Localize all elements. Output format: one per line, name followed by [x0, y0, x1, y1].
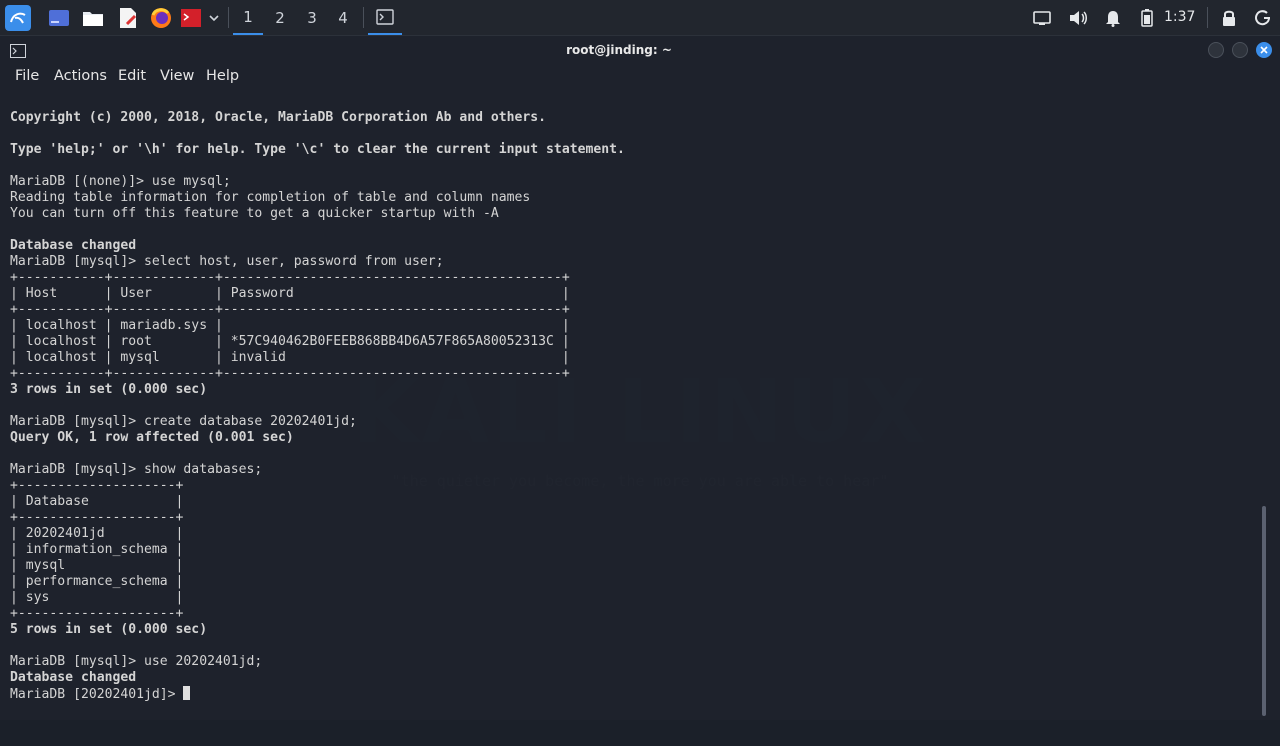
terminal-line: +--------------------+ [10, 606, 184, 621]
close-button[interactable] [1256, 42, 1272, 58]
terminal-line: MariaDB [mysql]> select host, user, pass… [10, 254, 444, 269]
terminal-line: MariaDB [(none)]> use mysql; [10, 174, 231, 189]
menu-actions[interactable]: Actions [54, 68, 107, 84]
terminal-red-icon[interactable] [177, 0, 205, 35]
workspace-1[interactable]: 1 [233, 0, 263, 35]
terminal-line: +-----------+-------------+-------------… [10, 302, 570, 317]
terminal-line: | Database | [10, 494, 184, 509]
terminal-line: MariaDB [mysql]> create database 2020240… [10, 414, 357, 429]
maximize-button[interactable] [1232, 42, 1248, 58]
menu-edit[interactable]: Edit [118, 68, 146, 84]
terminal-line: | mysql | [10, 558, 184, 573]
terminal-window: root@jinding: ~ File Actions Edit View H… [0, 36, 1280, 720]
terminal-line: | information_schema | [10, 542, 184, 557]
terminal-line: | localhost | mariadb.sys | | [10, 318, 570, 333]
scrollbar[interactable] [1262, 506, 1266, 716]
terminal-line: +--------------------+ [10, 478, 184, 493]
terminal-prompt-line[interactable]: MariaDB [20202401jd]> [10, 686, 1250, 702]
terminal-line: Database changed [10, 238, 137, 253]
menu-bar: File Actions Edit View Help [0, 64, 1280, 92]
firefox-icon[interactable] [147, 0, 175, 35]
workspace-3[interactable]: 3 [297, 0, 327, 35]
terminal-line: Copyright (c) 2000, 2018, Oracle, MariaD… [10, 110, 547, 125]
terminal-line: | performance_schema | [10, 574, 184, 589]
menu-view[interactable]: View [160, 68, 194, 84]
display-icon[interactable] [1030, 0, 1054, 35]
clock[interactable]: 1:37 [1164, 0, 1195, 35]
terminal-line: Reading table information for completion… [10, 190, 531, 205]
text-editor-icon[interactable] [114, 0, 142, 35]
power-icon[interactable] [1251, 0, 1275, 35]
close-icon [1260, 46, 1268, 54]
terminal-line: | localhost | root | *57C940462B0FEEB868… [10, 334, 570, 349]
terminal-line: Type 'help;' or '\h' for help. Type '\c'… [10, 142, 625, 157]
terminal-line: | 20202401jd | [10, 526, 184, 541]
terminal-line: | Host | User | Password | [10, 286, 570, 301]
window-title: root@jinding: ~ [566, 43, 672, 57]
menu-help[interactable]: Help [206, 68, 239, 84]
battery-icon [1136, 0, 1158, 35]
terminal-line: 3 rows in set (0.000 sec) [10, 382, 208, 397]
minimize-button[interactable] [1208, 42, 1224, 58]
terminal-task-icon[interactable] [368, 0, 402, 35]
panel-separator [228, 7, 229, 28]
title-bar[interactable]: root@jinding: ~ [0, 36, 1280, 64]
terminal-prompt: MariaDB [20202401jd]> [10, 687, 184, 702]
dropdown-icon[interactable] [205, 0, 223, 35]
kali-menu-icon[interactable] [3, 0, 33, 35]
workspace-4[interactable]: 4 [328, 0, 358, 35]
terminal-line: | sys | [10, 590, 184, 605]
terminal-line: You can turn off this feature to get a q… [10, 206, 499, 221]
desktop-icon[interactable] [45, 0, 73, 35]
panel-separator [363, 7, 364, 28]
terminal-line: MariaDB [mysql]> show databases; [10, 462, 263, 477]
text-cursor [183, 686, 191, 700]
top-panel: 1 2 3 4 1:37 [0, 0, 1280, 36]
volume-icon[interactable] [1066, 0, 1090, 35]
terminal-line: Query OK, 1 row affected (0.001 sec) [10, 430, 294, 445]
lock-icon[interactable] [1217, 0, 1241, 35]
terminal-line: +-----------+-------------+-------------… [10, 366, 570, 381]
workspace-2[interactable]: 2 [265, 0, 295, 35]
terminal-line: Database changed [10, 670, 137, 685]
menu-file[interactable]: File [15, 68, 39, 84]
panel-separator [1207, 7, 1208, 28]
terminal-line: | localhost | mysql | invalid | [10, 350, 570, 365]
notification-bell-icon[interactable] [1101, 0, 1125, 35]
terminal-line: 5 rows in set (0.000 sec) [10, 622, 208, 637]
file-manager-icon[interactable] [79, 0, 107, 35]
terminal-line: +-----------+-------------+-------------… [10, 270, 570, 285]
terminal-output[interactable]: Copyright (c) 2000, 2018, Oracle, MariaD… [10, 110, 1250, 746]
terminal-line: MariaDB [mysql]> use 20202401jd; [10, 654, 263, 669]
terminal-line: +--------------------+ [10, 510, 184, 525]
